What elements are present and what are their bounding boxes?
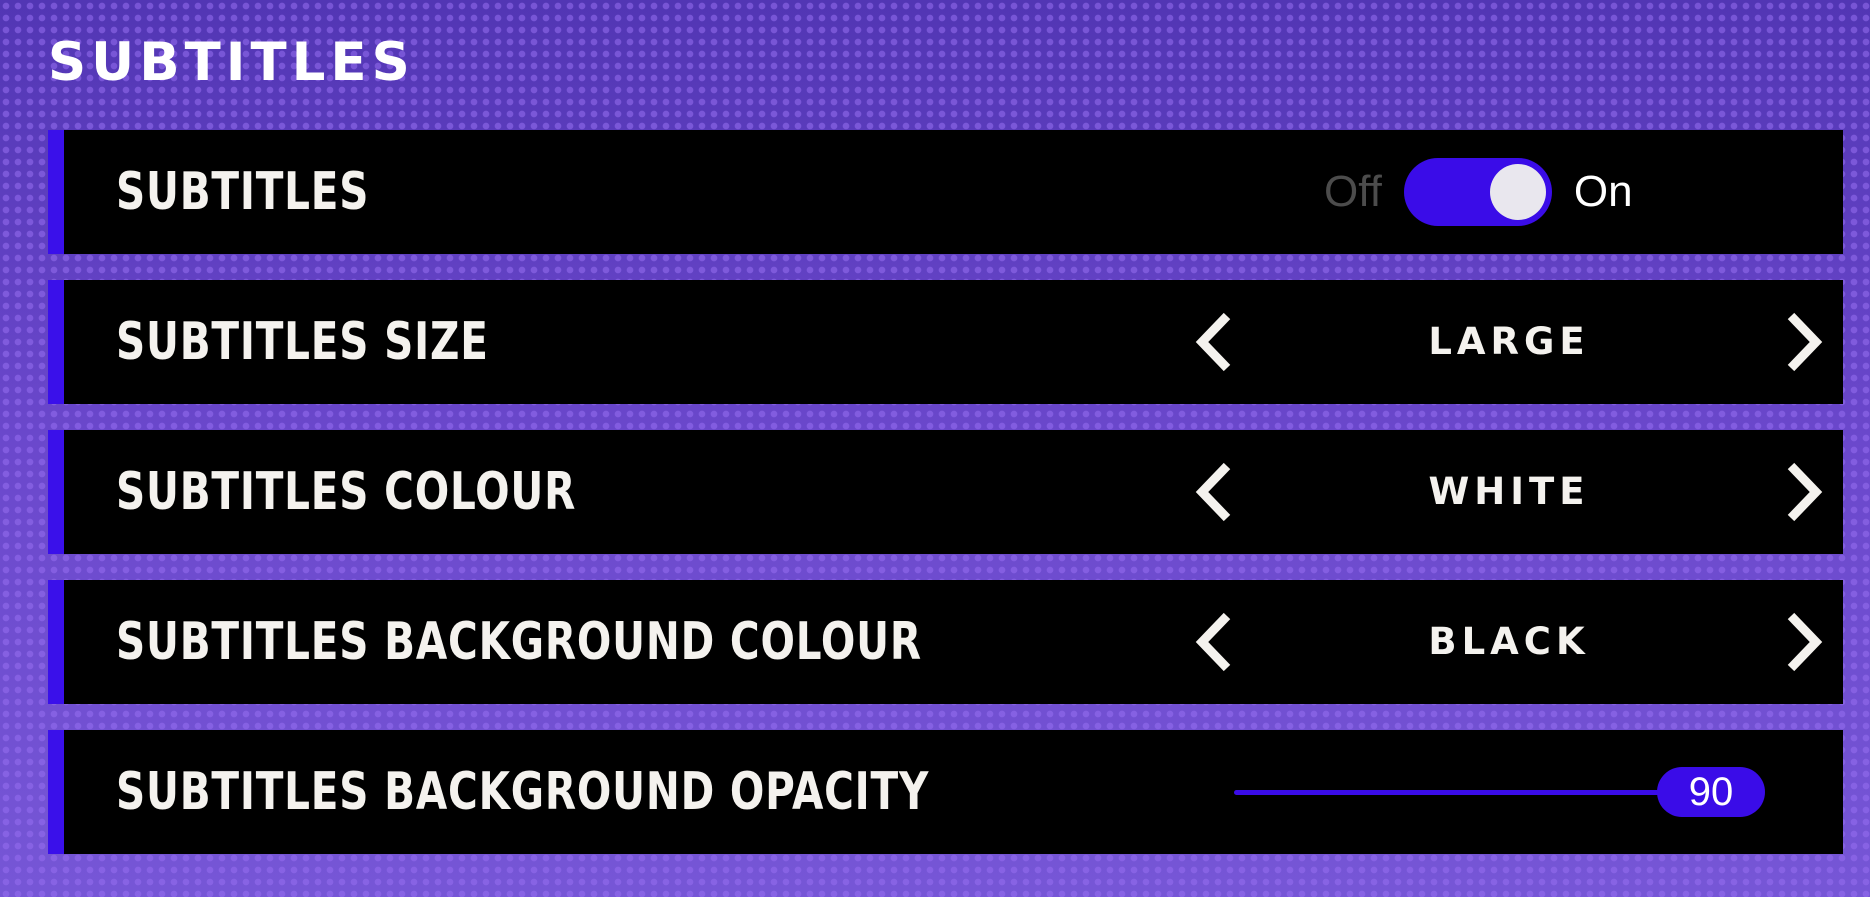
setting-label-subtitles-colour: SUBTITLES COLOUR [116, 462, 577, 522]
background-colour-value: BLACK [1428, 620, 1590, 663]
opacity-slider-thumb[interactable]: 90 [1657, 767, 1765, 817]
setting-label-subtitles-size: SUBTITLES SIZE [116, 312, 489, 372]
colour-previous-button[interactable] [1179, 430, 1249, 554]
chevron-right-icon [1787, 612, 1823, 672]
subtitles-toggle-group[interactable]: Off On [1324, 130, 1633, 254]
chevron-left-icon [1195, 312, 1231, 372]
toggle-off-label: Off [1324, 167, 1382, 216]
chevron-right-icon [1787, 312, 1823, 372]
background-colour-previous-button[interactable] [1179, 580, 1249, 704]
toggle-on-label: On [1573, 167, 1633, 216]
size-value: LARGE [1428, 320, 1590, 363]
setting-row-subtitles[interactable]: SUBTITLES Off On [48, 130, 1843, 254]
page-title: SUBTITLES [48, 32, 415, 93]
setting-row-subtitles-colour[interactable]: SUBTITLES COLOUR WHITE [48, 430, 1843, 554]
colour-value: WHITE [1428, 470, 1590, 513]
setting-label-subtitles-background-opacity: SUBTITLES BACKGROUND OPACITY [116, 762, 930, 822]
setting-label-subtitles: SUBTITLES [116, 162, 370, 222]
setting-label-subtitles-background-colour: SUBTITLES BACKGROUND COLOUR [116, 612, 922, 672]
setting-row-subtitles-background-opacity[interactable]: SUBTITLES BACKGROUND OPACITY 90 [48, 730, 1843, 854]
subtitles-toggle[interactable] [1403, 158, 1552, 226]
chevron-right-icon [1787, 462, 1823, 522]
chevron-left-icon [1195, 462, 1231, 522]
size-previous-button[interactable] [1179, 280, 1249, 404]
background-colour-next-button[interactable] [1769, 580, 1839, 704]
setting-row-subtitles-size[interactable]: SUBTITLES SIZE LARGE [48, 280, 1843, 404]
opacity-slider[interactable]: 90 [1234, 730, 1765, 854]
colour-next-button[interactable] [1769, 430, 1839, 554]
toggle-knob [1489, 164, 1546, 220]
size-next-button[interactable] [1769, 280, 1839, 404]
subtitles-settings-list: SUBTITLES Off On SUBTITLES SIZE LARGE SU… [48, 130, 1843, 880]
setting-row-subtitles-background-colour[interactable]: SUBTITLES BACKGROUND COLOUR BLACK [48, 580, 1843, 704]
chevron-left-icon [1195, 612, 1231, 672]
